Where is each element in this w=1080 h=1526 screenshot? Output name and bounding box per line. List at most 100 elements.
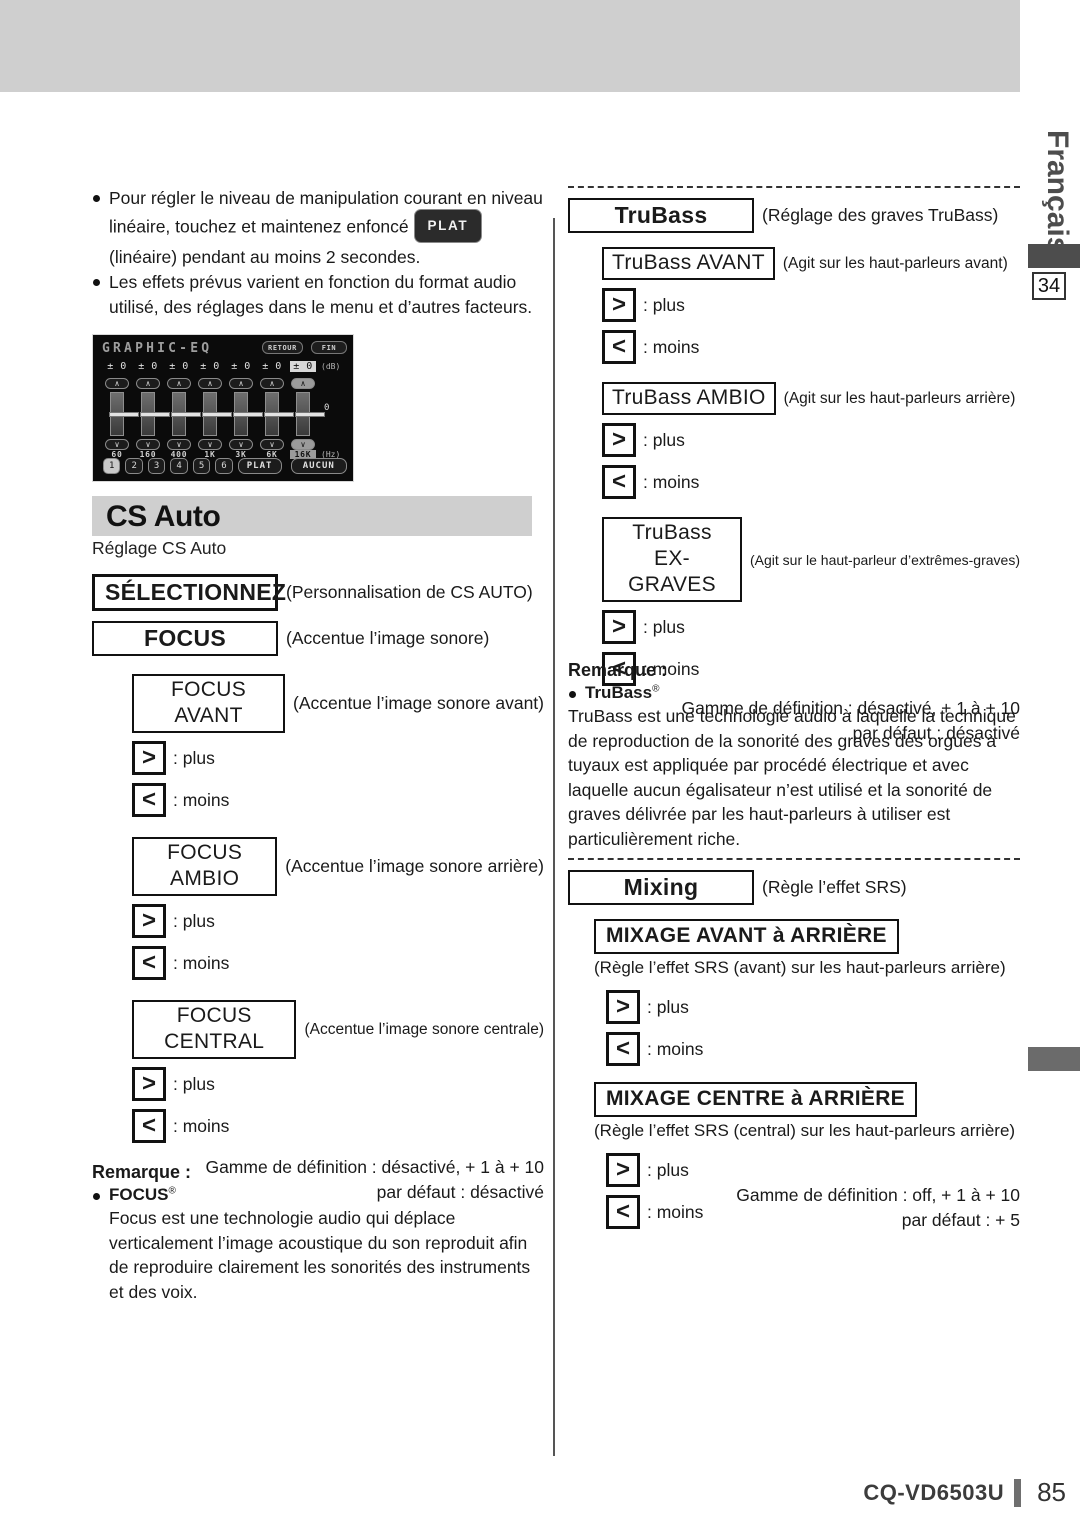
focus-key-button[interactable]: FOCUS [92,621,278,656]
chevron-left-icon[interactable]: < [132,946,166,980]
eq-slider-track[interactable] [171,392,201,436]
eq-preset-button[interactable]: 3 [147,458,166,474]
left-column: Pour régler le niveau de manipulation co… [92,186,544,1302]
chevron-left-icon[interactable]: < [602,465,636,499]
focus-ambio-button[interactable]: FOCUS AMBIO [132,837,278,896]
eq-slider-track[interactable] [140,392,170,436]
eq-band[interactable]: ∧ ∨ [197,378,232,450]
chevron-down-icon[interactable]: ∨ [105,439,129,450]
trubass-ambio-button[interactable]: TruBass AMBIO [602,382,776,415]
mixage-avant-minus-row: < : moins [606,1032,1020,1066]
plus-label: : plus [643,429,685,450]
chevron-left-icon[interactable]: < [602,330,636,364]
eq-band[interactable]: ∧ ∨ [166,378,201,450]
chevron-right-icon[interactable]: > [132,741,166,775]
trubass-exgraves-desc: (Agit sur le haut-parleur d’extrêmes-gra… [750,551,1020,568]
chevron-right-icon[interactable]: > [602,288,636,322]
eq-fin-button[interactable]: FIN [311,341,347,354]
eq-center-zero: 0 [324,403,330,413]
chevron-up-icon[interactable]: ∧ [167,378,191,389]
eq-value: ± 0 [262,361,282,372]
chevron-down-icon[interactable]: ∨ [229,439,253,450]
select-key-button[interactable]: SÉLECTIONNEZ [92,574,286,611]
mixage-avant-arriere-button[interactable]: MIXAGE AVANT à ARRIÈRE [594,919,899,954]
eq-retour-button[interactable]: RETOUR [262,341,303,354]
plat-button-icon[interactable]: PLAT [413,209,483,243]
chevron-down-icon[interactable]: ∨ [167,439,191,450]
chevron-left-icon[interactable]: < [132,1109,166,1143]
chevron-right-icon[interactable]: > [132,904,166,938]
focus-central-row: FOCUS CENTRAL (Accentue l’image sonore c… [132,1000,544,1059]
eq-preset-row: 1 2 3 4 5 6 PLAT AUCUN [103,457,348,475]
eq-title: GRAPHIC-EQ [102,341,213,356]
eq-preset-button[interactable]: 6 [215,458,233,474]
eq-preset-button[interactable]: 5 [192,458,211,474]
trubass-exgraves-button[interactable]: TruBass EX-GRAVES [602,517,742,602]
eq-preset-button[interactable]: 2 [125,458,143,474]
eq-slider-track[interactable] [109,392,139,436]
mixing-key-desc: (Règle l’effet SRS) [762,877,907,897]
chevron-right-icon[interactable]: > [602,423,636,457]
chevron-up-icon[interactable]: ∧ [136,378,160,389]
trubass-ambio-plus-row: > : plus [602,423,1020,457]
mixage-centre-arriere-button[interactable]: MIXAGE CENTRE à ARRIÈRE [594,1082,917,1117]
eq-slider-track[interactable] [264,392,294,436]
eq-band[interactable]: ∧ ∨ [290,378,325,450]
chevron-up-icon[interactable]: ∧ [260,378,284,389]
eq-slider-track[interactable] [295,392,325,436]
select-key-desc: (Personnalisation de CS AUTO) [286,582,533,602]
eq-value: ± 0 [138,361,158,372]
chevron-down-icon[interactable]: ∨ [198,439,222,450]
chevron-right-icon[interactable]: > [602,610,636,644]
eq-band[interactable]: ∧ ∨ [104,378,139,450]
chevron-down-icon[interactable]: ∨ [260,439,284,450]
eq-band[interactable]: ∧ ∨ [135,378,170,450]
eq-slider-track[interactable] [233,392,263,436]
trubass-avant-button[interactable]: TruBass AVANT [602,247,775,280]
chevron-left-icon[interactable]: < [132,783,166,817]
minus-label: : moins [647,1038,704,1059]
trubass-key-button[interactable]: TruBass [568,198,754,233]
registered-icon: ® [168,1185,176,1197]
chevron-up-icon[interactable]: ∧ [291,378,315,389]
eq-preset-button[interactable]: 1 [103,458,121,474]
page-top-band [0,0,1020,92]
chevron-right-icon[interactable]: > [606,1153,640,1187]
chevron-up-icon[interactable]: ∧ [198,378,222,389]
eq-slider-track[interactable] [202,392,232,436]
eq-slider-row: ∧ ∨ ∧ ∨ ∧ ∨ ∧ ∨ ∧ ∨ ∧ ∨ ∧ ∨ [104,378,325,450]
trubass-avant-block: TruBass AVANT (Agit sur les haut-parleur… [568,247,1020,364]
chevron-right-icon[interactable]: > [132,1067,166,1101]
trubass-avant-minus-row: < : moins [602,330,1020,364]
eq-aucun-button[interactable]: AUCUN [290,458,348,474]
eq-slider-knob[interactable] [295,412,325,417]
eq-band[interactable]: ∧ ∨ [259,378,294,450]
mixing-key-button[interactable]: Mixing [568,870,754,905]
focus-avant-block: FOCUS AVANT (Accentue l’image sonore ava… [92,674,544,817]
list-item: Pour régler le niveau de manipulation co… [92,186,544,270]
chevron-down-icon[interactable]: ∨ [136,439,160,450]
eq-value: ± 0 [231,361,251,372]
chevron-left-icon[interactable]: < [606,1032,640,1066]
plus-label: : plus [173,747,215,768]
mixage-centre-plus-row: > : plus [606,1153,1020,1187]
focus-central-button[interactable]: FOCUS CENTRAL [132,1000,297,1059]
footer-page-number: 85 [1037,1477,1066,1507]
plus-label: : plus [643,294,685,315]
language-tab: Français [1041,130,1074,254]
mixage-avant-arriere-block: MIXAGE AVANT à ARRIÈRE (Règle l’effet SR… [568,919,1020,1066]
trubass-ambio-block: TruBass AMBIO (Agit sur les haut-parleur… [568,382,1020,499]
chevron-up-icon[interactable]: ∧ [105,378,129,389]
focus-central-plus-row: > : plus [132,1067,544,1101]
trubass-avant-plus-row: > : plus [602,288,1020,322]
eq-preset-button[interactable]: 4 [170,458,188,474]
chevron-right-icon[interactable]: > [606,990,640,1024]
trubass-avant-row: TruBass AVANT (Agit sur les haut-parleur… [602,247,1020,280]
chevron-left-icon[interactable]: < [606,1195,640,1229]
eq-band[interactable]: ∧ ∨ [228,378,263,450]
chevron-down-icon[interactable]: ∨ [291,439,315,450]
eq-plat-button[interactable]: PLAT [237,458,282,474]
chevron-up-icon[interactable]: ∧ [229,378,253,389]
mixage-avant-plus-row: > : plus [606,990,1020,1024]
focus-avant-button[interactable]: FOCUS AVANT [132,674,286,733]
